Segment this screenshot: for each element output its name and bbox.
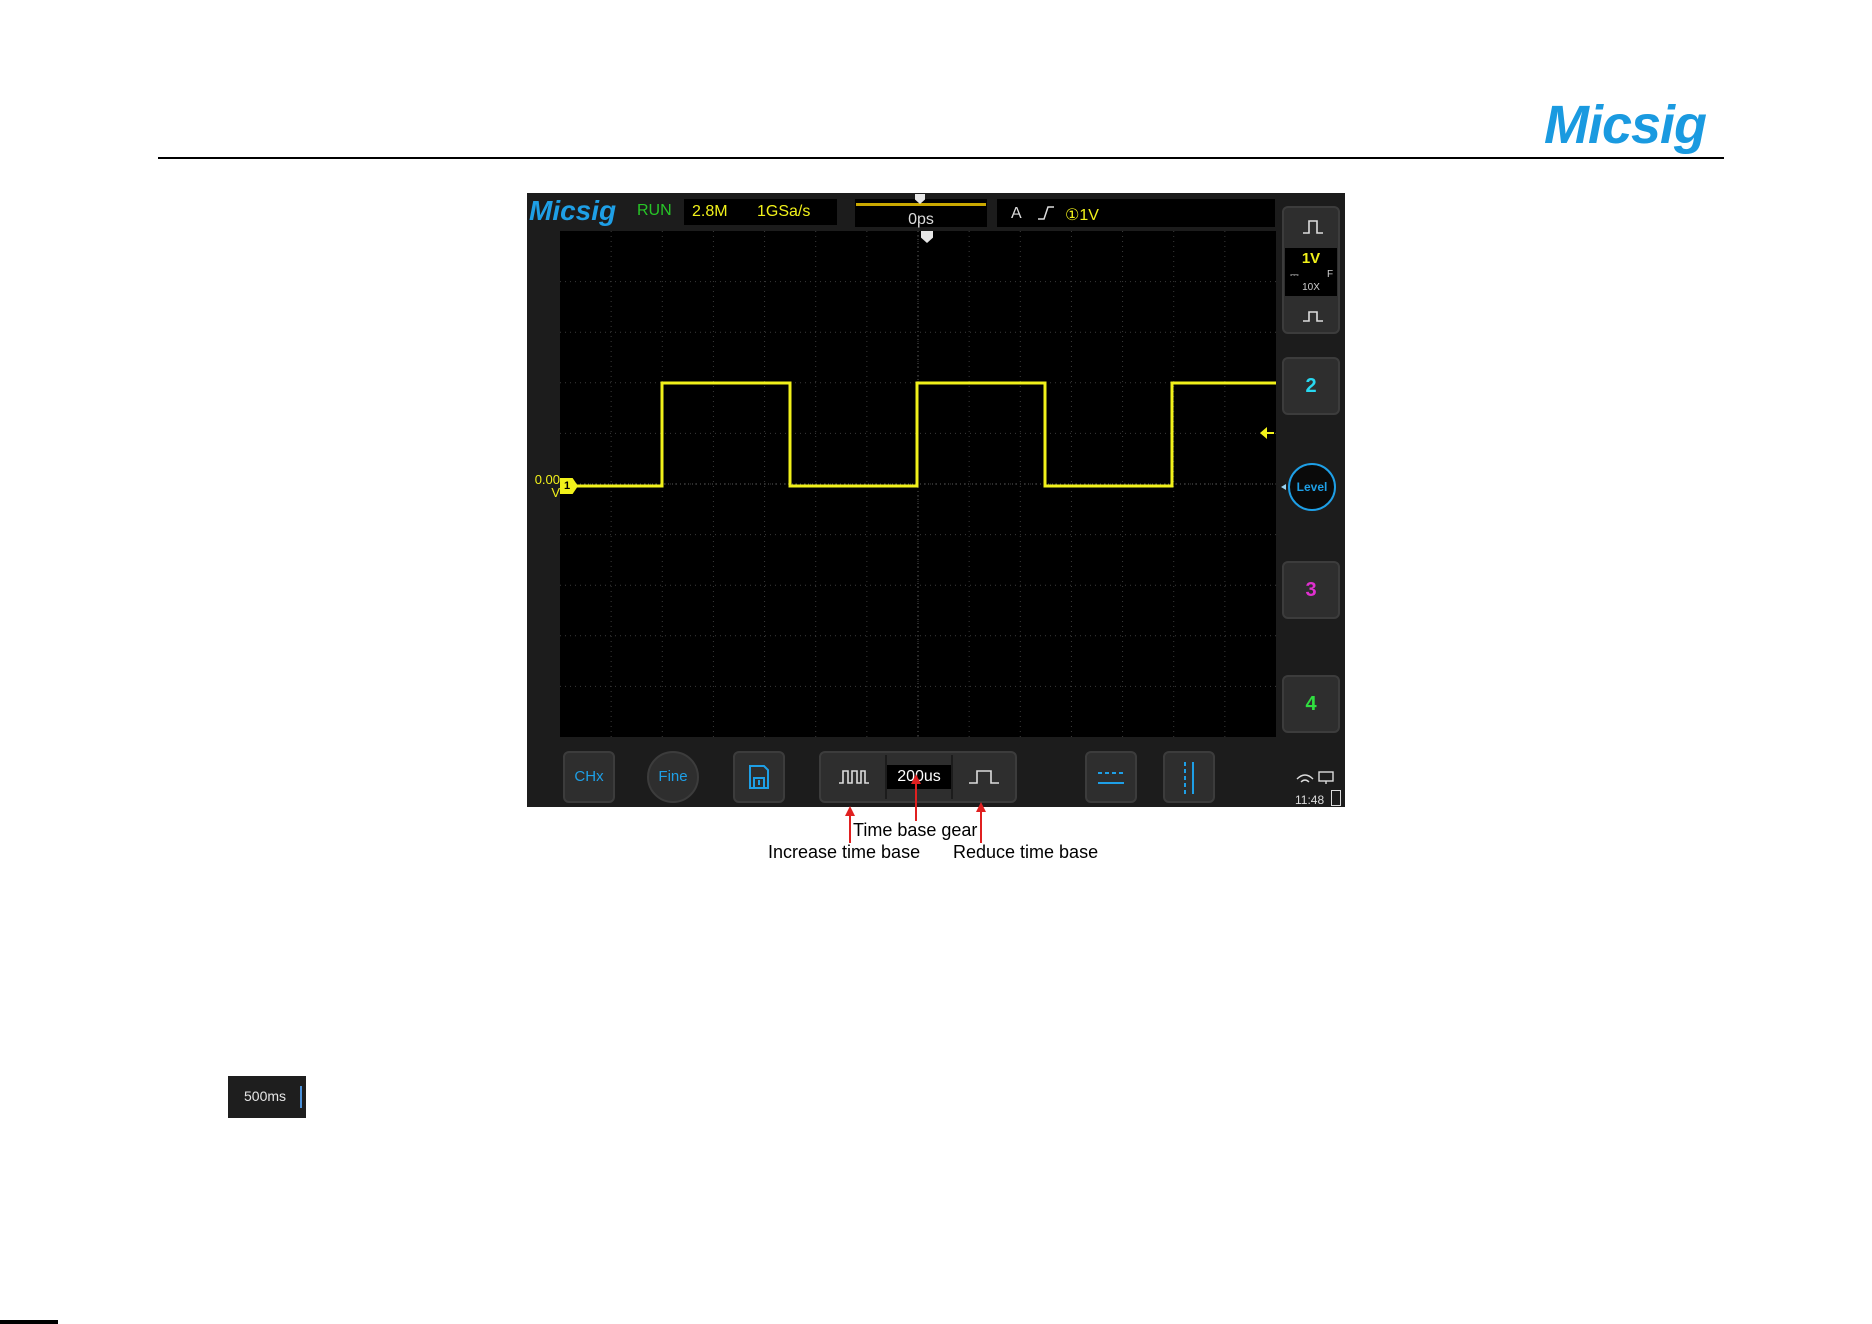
save-icon <box>749 765 769 789</box>
ch2-button[interactable]: 2 <box>1282 357 1340 415</box>
battery-icon <box>1331 790 1341 806</box>
trigger-info[interactable]: A ①1V <box>997 199 1275 227</box>
timebase-gear-value[interactable]: 200us <box>887 765 951 789</box>
time-base-gear-label: Time base gear <box>853 820 978 840</box>
ch1-volts-per-div: 1V <box>1301 250 1321 267</box>
level-button[interactable]: Level <box>1288 463 1336 511</box>
save-button[interactable] <box>733 751 785 803</box>
oscilloscope-screen: Micsig RUN 2.8M 1GSa/s 0ps A ①1V 0.00 V <box>527 193 1345 807</box>
badge-cursor <box>300 1086 302 1108</box>
rising-edge-icon <box>1038 206 1054 220</box>
pulse-up-icon[interactable] <box>1302 218 1324 236</box>
trigger-position-value: 0ps <box>908 211 934 228</box>
trigger-level: ①1V <box>1065 207 1099 224</box>
ch1-bandwidth: F <box>1327 269 1334 280</box>
horizontal-cursor-icon <box>1098 772 1124 784</box>
gear-arrow-line <box>915 778 917 821</box>
vertical-cursor-button[interactable] <box>1163 751 1215 803</box>
timebase-control: 200us <box>819 751 1017 803</box>
waveform-display[interactable] <box>560 231 1276 737</box>
run-status[interactable]: RUN <box>637 202 672 220</box>
chx-button[interactable]: CHx <box>563 751 615 803</box>
vertical-cursor-icon <box>1184 762 1194 794</box>
horizontal-cursor-button[interactable] <box>1085 751 1137 803</box>
ch1-offset-unit: V <box>551 485 560 500</box>
ch4-button[interactable]: 4 <box>1282 675 1340 733</box>
timebase-badge: 500ms <box>228 1076 306 1118</box>
ch3-button[interactable]: 3 <box>1282 561 1340 619</box>
ch1-scale-info: 1V ⎓ F 10X <box>1285 248 1337 296</box>
increase-time-base-button[interactable] <box>821 753 885 801</box>
wifi-icon <box>1296 771 1334 784</box>
ch1-waveform <box>560 381 1276 488</box>
sample-rate: 1GSa/s <box>757 203 811 220</box>
increase-arrow-head-icon <box>845 806 855 816</box>
clock: 11:48 <box>1295 793 1325 807</box>
level-pointer-icon <box>1281 484 1286 490</box>
header-rule <box>158 157 1724 159</box>
micsig-logo: Micsig <box>1544 95 1707 155</box>
graticule <box>560 231 1276 737</box>
dc-coupling-icon: ⎓ <box>1290 269 1299 281</box>
scope-brand-logo: Micsig <box>529 195 617 226</box>
wide-pulse-icon <box>969 770 999 784</box>
pulse-down-icon[interactable] <box>1302 306 1324 324</box>
ch1-control-panel[interactable]: 1V ⎓ F 10X <box>1282 206 1340 334</box>
timebase-badge-value: 500ms <box>244 1088 287 1104</box>
memory-position-bar <box>856 203 986 206</box>
acquisition-info[interactable]: 2.8M 1GSa/s <box>684 199 837 225</box>
memory-depth: 2.8M <box>692 203 728 220</box>
trigger-mode: A <box>1011 205 1022 222</box>
top-status-bar: Micsig RUN 2.8M 1GSa/s 0ps A ①1V <box>527 193 1277 228</box>
trigger-level-arrow-icon[interactable] <box>1260 427 1274 439</box>
reduce-time-base-label: Reduce time base <box>953 842 1099 862</box>
ch1-probe-ratio: 10X <box>1302 282 1320 293</box>
footer-rule <box>0 1320 58 1324</box>
reduce-time-base-button[interactable] <box>953 753 1015 801</box>
fine-button[interactable]: Fine <box>647 751 699 803</box>
increase-time-base-label: Increase time base <box>768 842 921 862</box>
dense-pulse-icon <box>839 770 869 784</box>
ch1-offset-label: 0.00 V <box>530 473 560 499</box>
horizontal-position[interactable]: 0ps <box>855 194 987 228</box>
